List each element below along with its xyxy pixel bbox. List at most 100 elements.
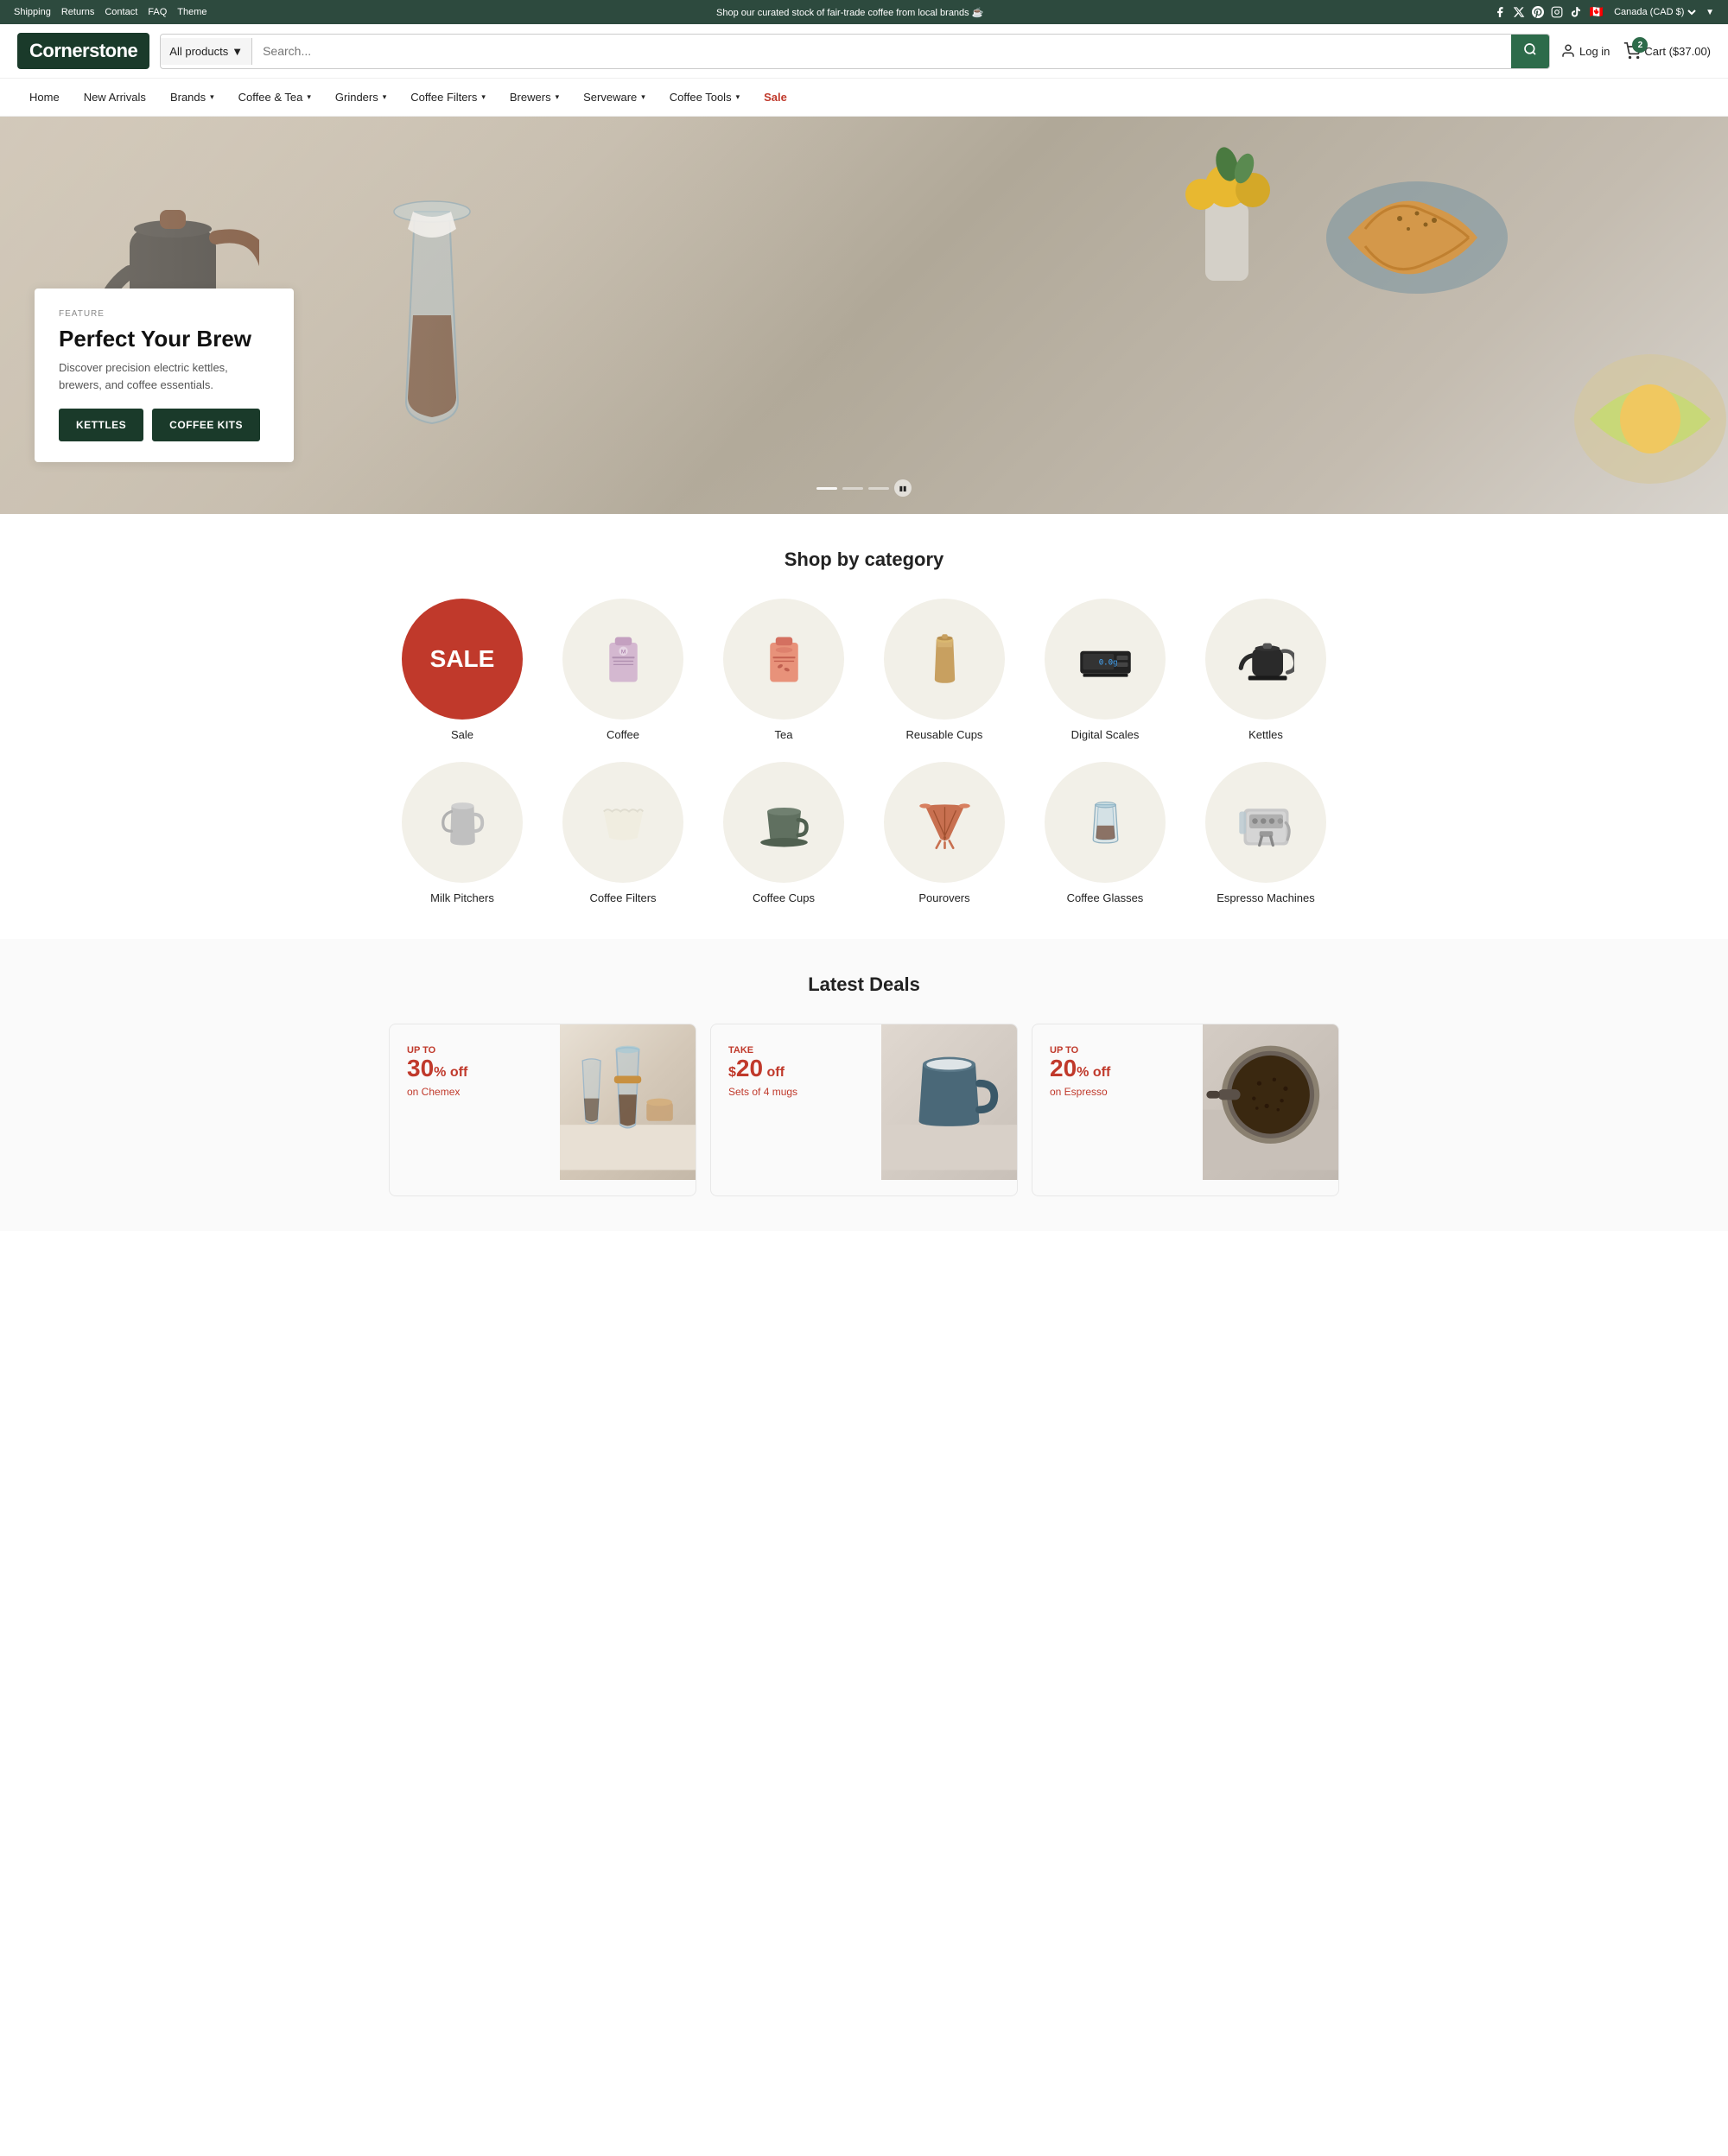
category-sale[interactable]: SALE Sale — [389, 599, 536, 741]
header-actions: Log in 2 Cart ($37.00) — [1560, 42, 1711, 60]
milk-pitcher-icon — [435, 795, 491, 851]
category-tea[interactable]: Tea — [710, 599, 857, 741]
nav-home[interactable]: Home — [17, 79, 72, 116]
category-label-coffee-glasses: Coffee Glasses — [1067, 891, 1144, 904]
coffee-kits-button[interactable]: COFFEE KITS — [152, 409, 260, 441]
nav-brands[interactable]: Brands ▾ — [158, 79, 226, 116]
deal-espresso[interactable]: UP TO 20% off on Espresso — [1032, 1024, 1339, 1196]
categories-row-1: SALE Sale M Coffee — [389, 599, 1339, 741]
category-coffee-filters[interactable]: Coffee Filters — [550, 762, 696, 904]
category-coffee-glasses[interactable]: Coffee Glasses — [1032, 762, 1178, 904]
category-label-reusable-cups: Reusable Cups — [906, 728, 983, 741]
nav-coffee-filters[interactable]: Coffee Filters ▾ — [398, 79, 498, 116]
categories-row-2: Milk Pitchers Coffee Filters — [389, 762, 1339, 904]
login-link[interactable]: Log in — [1560, 43, 1610, 59]
returns-link[interactable]: Returns — [61, 7, 95, 17]
category-coffee-cups[interactable]: Coffee Cups — [710, 762, 857, 904]
pourover-icon — [917, 795, 973, 851]
instagram-icon[interactable] — [1550, 5, 1564, 19]
category-label-sale: Sale — [451, 728, 473, 741]
deal-espresso-image — [1203, 1024, 1338, 1180]
category-circle-coffee-cups — [723, 762, 844, 883]
chevron-down-icon: ▾ — [481, 92, 486, 102]
pinterest-icon[interactable] — [1531, 5, 1545, 19]
deal-chemex-text: UP TO 30% off on Chemex — [390, 1024, 560, 1180]
category-coffee[interactable]: M Coffee — [550, 599, 696, 741]
contact-link[interactable]: Contact — [105, 7, 137, 17]
chevron-down-icon: ▾ — [736, 92, 740, 102]
chevron-down-icon: ▾ — [556, 92, 560, 102]
category-label-coffee: Coffee — [607, 728, 639, 741]
kettles-button[interactable]: KETTLES — [59, 409, 143, 441]
hero-pause-button[interactable]: ▮▮ — [894, 479, 912, 497]
category-label-milk-pitchers: Milk Pitchers — [430, 891, 494, 904]
shipping-link[interactable]: Shipping — [14, 7, 51, 17]
category-kettles[interactable]: Kettles — [1192, 599, 1339, 741]
top-bar-right: 🇨🇦 Canada (CAD $) ▼ — [1493, 5, 1714, 19]
deal-mugs-text: TAKE $20 off Sets of 4 mugs — [711, 1024, 881, 1180]
flag-icon: 🇨🇦 — [1590, 5, 1604, 19]
deal-chemex-discount: UP TO 30% off — [407, 1045, 543, 1082]
category-circle-digital-scales: 0.0g — [1045, 599, 1166, 720]
search-bar: All products ▼ — [160, 34, 1550, 69]
faq-link[interactable]: FAQ — [148, 7, 167, 17]
svg-text:0.0g: 0.0g — [1098, 658, 1117, 667]
hero-dot-3[interactable] — [868, 487, 889, 490]
category-circle-coffee: M — [562, 599, 683, 720]
twitter-x-icon[interactable] — [1512, 5, 1526, 19]
category-circle-pourovers — [884, 762, 1005, 883]
chevron-down-icon: ▼ — [232, 45, 243, 58]
nav-brewers[interactable]: Brewers ▾ — [498, 79, 571, 116]
nav-grinders[interactable]: Grinders ▾ — [323, 79, 398, 116]
cart-link[interactable]: 2 Cart ($37.00) — [1623, 42, 1711, 60]
scale-icon: 0.0g — [1077, 631, 1134, 688]
tiktok-icon[interactable] — [1569, 5, 1583, 19]
country-selector[interactable]: Canada (CAD $) — [1610, 6, 1699, 18]
category-circle-milk-pitchers — [402, 762, 523, 883]
kettle-icon — [1238, 631, 1294, 688]
tumbler-icon — [917, 631, 973, 688]
top-bar-links: Shipping Returns Contact FAQ Theme — [14, 7, 207, 17]
category-circle-coffee-filters — [562, 762, 683, 883]
shop-by-category-section: Shop by category SALE Sale M — [0, 514, 1728, 939]
category-reusable-cups[interactable]: Reusable Cups — [871, 599, 1018, 741]
category-circle-reusable-cups — [884, 599, 1005, 720]
announcement-bar: Shop our curated stock of fair-trade cof… — [207, 7, 1493, 18]
hero-buttons: KETTLES COFFEE KITS — [59, 409, 270, 441]
deal-espresso-subtitle: on Espresso — [1050, 1086, 1185, 1098]
category-espresso-machines[interactable]: Espresso Machines — [1192, 762, 1339, 904]
header: Cornerstone All products ▼ Log in 2 Cart… — [0, 24, 1728, 79]
deal-chemex-image — [560, 1024, 696, 1180]
nav-new-arrivals[interactable]: New Arrivals — [72, 79, 158, 116]
category-label-coffee-filters: Coffee Filters — [589, 891, 656, 904]
category-pourovers[interactable]: Pourovers — [871, 762, 1018, 904]
hero-dot-1[interactable] — [816, 487, 837, 490]
hero-feature-card: FEATURE Perfect Your Brew Discover preci… — [35, 289, 294, 462]
search-button[interactable] — [1511, 35, 1549, 68]
nav-coffee-tools[interactable]: Coffee Tools ▾ — [658, 79, 752, 116]
category-milk-pitchers[interactable]: Milk Pitchers — [389, 762, 536, 904]
coffee-cup-icon — [756, 795, 812, 851]
nav-coffee-tea[interactable]: Coffee & Tea ▾ — [226, 79, 323, 116]
category-label-coffee-cups: Coffee Cups — [753, 891, 815, 904]
latest-deals-title: Latest Deals — [17, 973, 1711, 996]
logo[interactable]: Cornerstone — [17, 33, 149, 69]
deals-grid: UP TO 30% off on Chemex — [389, 1024, 1339, 1196]
theme-link[interactable]: Theme — [177, 7, 206, 17]
category-circle-coffee-glasses — [1045, 762, 1166, 883]
category-digital-scales[interactable]: 0.0g Digital Scales — [1032, 599, 1178, 741]
nav-serveware[interactable]: Serveware ▾ — [571, 79, 658, 116]
nav-sale[interactable]: Sale — [752, 79, 799, 116]
deal-espresso-text: UP TO 20% off on Espresso — [1032, 1024, 1203, 1180]
hero-dot-2[interactable] — [842, 487, 863, 490]
category-label-kettles: Kettles — [1248, 728, 1283, 741]
deal-chemex[interactable]: UP TO 30% off on Chemex — [389, 1024, 696, 1196]
coffee-glass-icon — [1077, 795, 1134, 851]
deal-mugs[interactable]: TAKE $20 off Sets of 4 mugs — [710, 1024, 1018, 1196]
search-category-dropdown[interactable]: All products ▼ — [161, 38, 252, 65]
deal-mugs-subtitle: Sets of 4 mugs — [728, 1086, 864, 1098]
facebook-icon[interactable] — [1493, 5, 1507, 19]
search-input[interactable] — [252, 37, 1511, 65]
svg-text:M: M — [620, 649, 625, 655]
chevron-down-icon: ▾ — [641, 92, 645, 102]
